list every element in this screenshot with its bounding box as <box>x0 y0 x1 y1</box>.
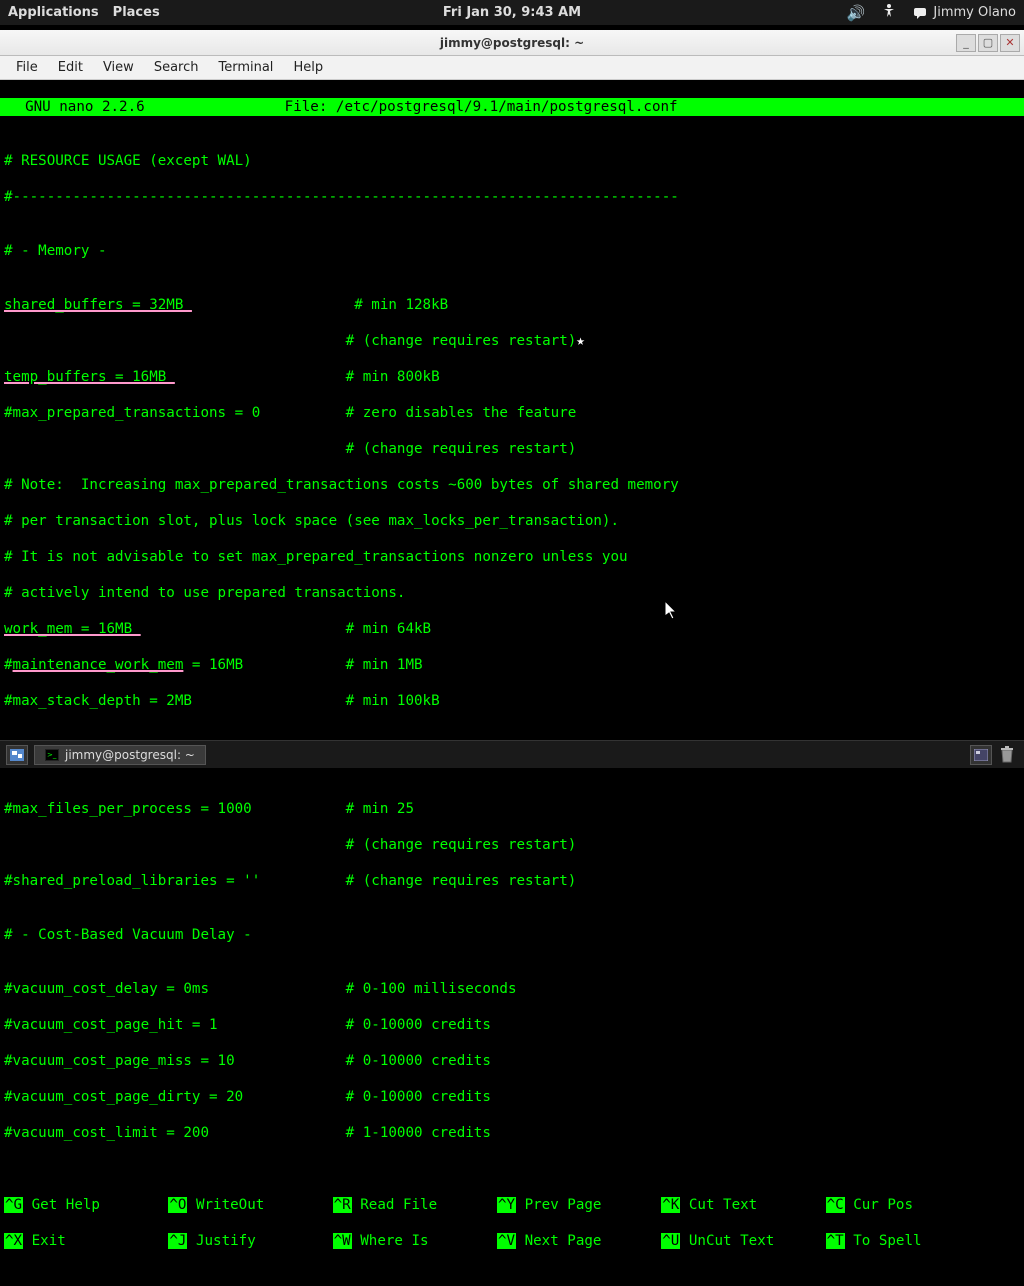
terminal-window: jimmy@postgresql: ~ _ ▢ ✕ File Edit View… <box>0 30 1024 740</box>
user-menu[interactable]: Jimmy Olano <box>913 5 1016 20</box>
menu-file[interactable]: File <box>8 58 46 77</box>
window-title: jimmy@postgresql: ~ <box>440 36 584 50</box>
terminal-icon: >_ <box>45 749 59 761</box>
show-desktop-button[interactable] <box>6 745 28 765</box>
nano-shortcut-row-2: ^X Exit ^J Justify ^W Where Is ^V Next P… <box>0 1232 1024 1250</box>
clock[interactable]: Fri Jan 30, 9:43 AM <box>443 5 581 20</box>
gnome-bottom-panel: >_ jimmy@postgresql: ~ <box>0 740 1024 768</box>
menu-search[interactable]: Search <box>146 58 207 77</box>
menu-terminal[interactable]: Terminal <box>210 58 281 77</box>
user-name: Jimmy Olano <box>933 5 1016 20</box>
chat-icon <box>913 6 927 20</box>
taskbar-item-label: jimmy@postgresql: ~ <box>65 748 195 762</box>
menu-edit[interactable]: Edit <box>50 58 91 77</box>
close-button[interactable]: ✕ <box>1000 34 1020 52</box>
nano-shortcut-row-1: ^G Get Help ^O WriteOut ^R Read File ^Y … <box>0 1196 1024 1214</box>
nano-header: GNU nano 2.2.6File: /etc/postgresql/9.1/… <box>0 98 1024 116</box>
terminal-menubar: File Edit View Search Terminal Help <box>0 56 1024 80</box>
window-titlebar[interactable]: jimmy@postgresql: ~ _ ▢ ✕ <box>0 30 1024 56</box>
applications-menu[interactable]: Applications <box>8 5 99 20</box>
accessibility-icon[interactable] <box>881 3 897 23</box>
trash-icon[interactable] <box>996 745 1018 765</box>
terminal-content[interactable]: GNU nano 2.2.6File: /etc/postgresql/9.1/… <box>0 80 1024 740</box>
maximize-button[interactable]: ▢ <box>978 34 998 52</box>
volume-icon[interactable]: 🔊 <box>847 4 866 22</box>
workspace-switcher[interactable] <box>970 745 992 765</box>
editor-body: # RESOURCE USAGE (except WAL) #---------… <box>0 134 1024 1178</box>
svg-text:>_: >_ <box>47 751 57 759</box>
menu-view[interactable]: View <box>95 58 142 77</box>
taskbar-item-terminal[interactable]: >_ jimmy@postgresql: ~ <box>34 745 206 765</box>
places-menu[interactable]: Places <box>113 5 160 20</box>
minimize-button[interactable]: _ <box>956 34 976 52</box>
gnome-top-panel: Applications Places Fri Jan 30, 9:43 AM … <box>0 0 1024 26</box>
menu-help[interactable]: Help <box>285 58 331 77</box>
